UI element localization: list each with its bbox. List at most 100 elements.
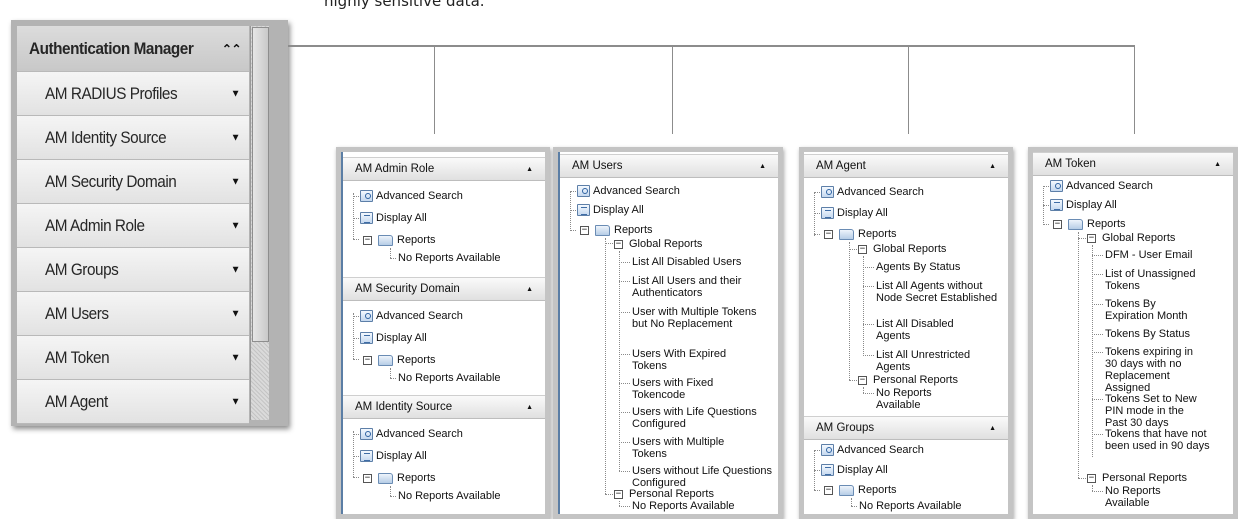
collapse-minus-icon[interactable]: − xyxy=(614,240,623,249)
tree-node-global-reports[interactable]: − Global Reports xyxy=(614,238,702,250)
tree-node-personal-reports[interactable]: − Personal Reports xyxy=(614,488,714,500)
collapse-minus-icon[interactable]: − xyxy=(824,230,833,239)
tree-line xyxy=(1092,434,1103,435)
collapse-minus-icon[interactable]: − xyxy=(363,474,372,483)
collapse-minus-icon[interactable]: − xyxy=(580,226,589,235)
collapse-icon[interactable]: ▲ xyxy=(989,425,996,432)
report-item[interactable]: List All Unrestricted Agents xyxy=(876,349,1001,373)
tree-node-reports[interactable]: − Reports xyxy=(363,354,436,366)
report-item[interactable]: List All Users and their Authenticators xyxy=(632,275,772,299)
panel-am-users: AM Users ▲ Advanced Search Display All −… xyxy=(553,147,783,519)
collapse-minus-icon[interactable]: − xyxy=(363,356,372,365)
collapse-minus-icon[interactable]: − xyxy=(1087,474,1096,483)
tree-node-advanced-search[interactable]: Advanced Search xyxy=(821,186,924,198)
section-am-users: AM Users ▲ Advanced Search Display All −… xyxy=(560,154,778,514)
nav-item-am-radius-profiles[interactable]: AM RADIUS Profiles ▼ xyxy=(17,72,249,116)
tree-node-display-all[interactable]: Display All xyxy=(360,332,427,344)
report-item[interactable]: List All Agents without Node Secret Esta… xyxy=(876,280,1001,304)
report-item[interactable]: Agents By Status xyxy=(876,261,1001,273)
tree-node-global-reports[interactable]: − Global Reports xyxy=(858,243,946,255)
section-am-admin-role: AM Admin Role ▲ Advanced Search Display … xyxy=(343,157,545,277)
collapse-minus-icon[interactable]: − xyxy=(858,376,867,385)
collapse-minus-icon[interactable]: − xyxy=(363,236,372,245)
tree-node-global-reports[interactable]: − Global Reports xyxy=(1087,232,1175,244)
report-item[interactable]: List All Disabled Agents xyxy=(876,318,966,342)
tree-node-reports[interactable]: − Reports xyxy=(363,234,436,246)
tree-node-advanced-search[interactable]: Advanced Search xyxy=(360,190,463,202)
collapse-minus-icon[interactable]: − xyxy=(614,490,623,499)
tree-node-display-all[interactable]: Display All xyxy=(360,450,427,462)
tree-node-personal-reports[interactable]: − Personal Reports xyxy=(858,374,958,386)
section-header[interactable]: AM Identity Source ▲ xyxy=(343,395,545,419)
tree-node-advanced-search[interactable]: Advanced Search xyxy=(360,310,463,322)
tree-node-advanced-search[interactable]: Advanced Search xyxy=(1050,180,1153,192)
report-item[interactable]: Tokens By Expiration Month xyxy=(1105,298,1205,322)
section-header[interactable]: AM Admin Role ▲ xyxy=(343,157,545,181)
collapse-icon[interactable]: ▲ xyxy=(759,163,766,170)
collapse-minus-icon[interactable]: − xyxy=(858,245,867,254)
section-title: AM Identity Source xyxy=(355,401,453,413)
section-header[interactable]: AM Agent ▲ xyxy=(804,154,1008,178)
nav-item-am-users[interactable]: AM Users ▼ xyxy=(17,292,249,336)
collapse-icon[interactable]: ▲ xyxy=(526,166,533,173)
tree-line xyxy=(1092,352,1103,353)
collapse-minus-icon[interactable]: − xyxy=(824,486,833,495)
report-item[interactable]: Users With Expired Tokens xyxy=(632,348,762,372)
nav-item-am-groups[interactable]: AM Groups ▼ xyxy=(17,248,249,292)
tree-line xyxy=(851,506,857,507)
report-item[interactable]: DFM - User Email xyxy=(1105,249,1225,261)
collapse-icon[interactable]: ▲ xyxy=(1214,161,1221,168)
nav-scrollbar-thumb[interactable] xyxy=(252,27,269,342)
nav-item-am-admin-role[interactable]: AM Admin Role ▼ xyxy=(17,204,249,248)
tree-node-display-all[interactable]: Display All xyxy=(1050,199,1117,211)
collapse-icon[interactable]: ▲ xyxy=(526,404,533,411)
report-item[interactable]: Tokens By Status xyxy=(1105,328,1215,340)
collapse-icon[interactable]: ▲ xyxy=(526,286,533,293)
report-item[interactable]: List All Disabled Users xyxy=(632,256,772,268)
tree-line xyxy=(1092,274,1103,275)
report-item[interactable]: User with Multiple Tokens but No Replace… xyxy=(632,306,762,330)
report-item[interactable]: Tokens expiring in 30 days with no Repla… xyxy=(1105,346,1205,394)
node-label: Display All xyxy=(376,212,427,224)
report-item[interactable]: Tokens that have not been used in 90 day… xyxy=(1105,428,1225,452)
tree-line xyxy=(570,191,571,231)
tree-node-advanced-search[interactable]: Advanced Search xyxy=(821,444,924,456)
tree-node-reports[interactable]: − Reports xyxy=(824,228,897,240)
tree-node-advanced-search[interactable]: Advanced Search xyxy=(577,185,680,197)
tree-node-personal-reports[interactable]: − Personal Reports xyxy=(1087,472,1187,484)
report-label: Tokens By Expiration Month xyxy=(1105,298,1188,322)
tree-node-display-all[interactable]: Display All xyxy=(360,212,427,224)
tree-node-reports[interactable]: − Reports xyxy=(1053,218,1126,230)
node-label: Personal Reports xyxy=(873,374,958,386)
report-item[interactable]: Users with Multiple Tokens xyxy=(632,436,742,460)
tree-line xyxy=(1092,304,1103,305)
nav-item-am-security-domain[interactable]: AM Security Domain ▼ xyxy=(17,160,249,204)
tree-node-reports[interactable]: − Reports xyxy=(824,484,897,496)
report-item[interactable]: Tokens Set to New PIN mode in the Past 3… xyxy=(1105,393,1205,429)
report-item[interactable]: List of Unassigned Tokens xyxy=(1105,268,1215,292)
section-title: AM Users xyxy=(572,160,623,172)
section-header[interactable]: AM Token ▲ xyxy=(1033,152,1233,176)
tree-node-display-all[interactable]: Display All xyxy=(821,207,888,219)
connector-to-admin-role xyxy=(434,46,435,134)
collapse-minus-icon[interactable]: − xyxy=(1053,220,1062,229)
report-item[interactable]: Users with Life Questions Configured xyxy=(632,406,762,430)
nav-scrollbar[interactable] xyxy=(250,26,269,420)
section-header[interactable]: AM Security Domain ▲ xyxy=(343,277,545,301)
tree-node-advanced-search[interactable]: Advanced Search xyxy=(360,428,463,440)
tree-node-reports[interactable]: − Reports xyxy=(363,472,436,484)
section-header[interactable]: AM Groups ▲ xyxy=(804,416,1008,440)
report-item[interactable]: Users without Life Questions Configured xyxy=(632,465,772,489)
nav-header-authentication-manager[interactable]: Authentication Manager ⌃⌃ xyxy=(17,26,249,72)
tree-node-reports[interactable]: − Reports xyxy=(580,224,653,236)
collapse-icon[interactable]: ▲ xyxy=(989,163,996,170)
nav-item-am-token[interactable]: AM Token ▼ xyxy=(17,336,249,380)
tree-node-display-all[interactable]: Display All xyxy=(821,464,888,476)
section-header[interactable]: AM Users ▲ xyxy=(560,154,778,178)
collapse-minus-icon[interactable]: − xyxy=(1087,234,1096,243)
nav-item-am-identity-source[interactable]: AM Identity Source ▼ xyxy=(17,116,249,160)
report-item[interactable]: Users with Fixed Tokencode xyxy=(632,377,742,401)
nav-item-am-agent[interactable]: AM Agent ▼ xyxy=(17,380,249,424)
tree-node-display-all[interactable]: Display All xyxy=(577,204,644,216)
node-label: Personal Reports xyxy=(629,488,714,500)
